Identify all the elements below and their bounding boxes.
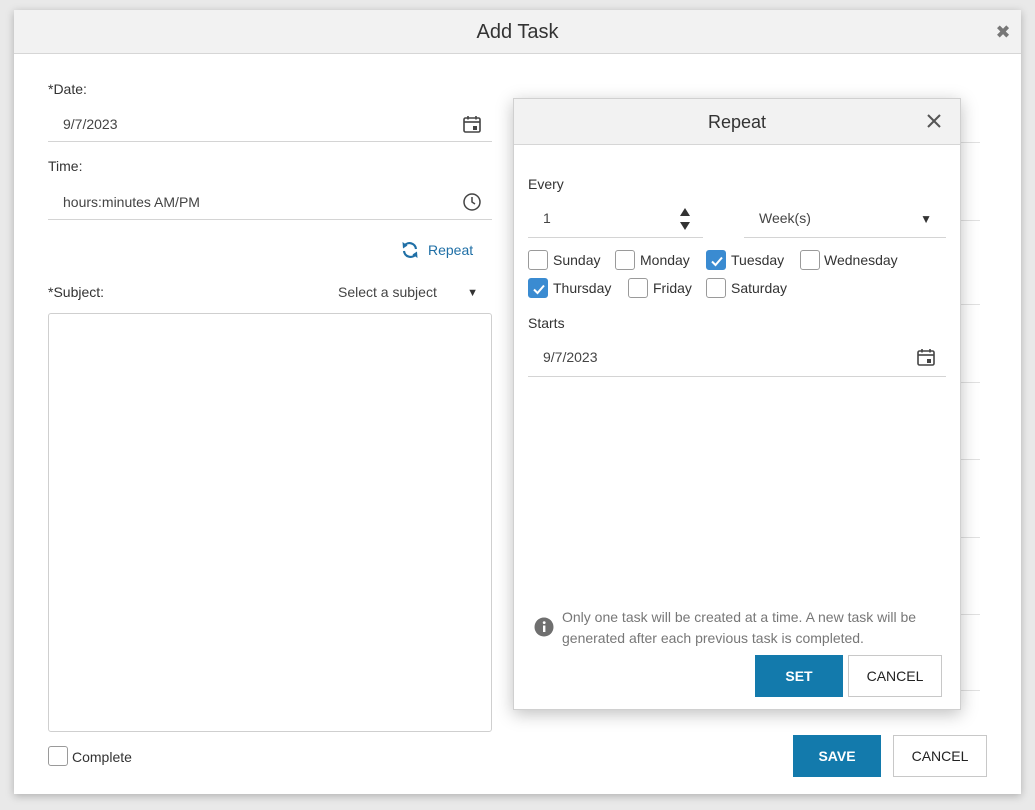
repeat-cancel-button[interactable]: CANCEL [848,655,942,697]
every-value: 1 [543,210,551,226]
info-icon [534,617,554,637]
save-button[interactable]: SAVE [793,735,881,777]
subject-label: *Subject: [48,284,105,300]
calendar-icon[interactable] [916,347,936,367]
day-checkbox-thursday[interactable] [528,278,548,298]
day-label-monday: Monday [640,252,690,268]
set-button[interactable]: SET [755,655,843,697]
day-checkbox-friday[interactable] [628,278,648,298]
dialog-header: Add Task ✖ [14,10,1021,54]
refresh-icon [402,242,418,258]
info-text: Only one task will be created at a time.… [562,609,917,646]
day-label-wednesday: Wednesday [824,252,898,268]
day-label-tuesday: Tuesday [731,252,785,268]
complete-label: Complete [72,749,132,765]
repeat-label: Repeat [428,242,474,258]
caret-down-icon: ▼ [920,212,932,226]
starts-value: 9/7/2023 [543,349,598,365]
day-label-sunday: Sunday [553,252,601,268]
calendar-icon[interactable] [462,114,482,134]
info-message: Only one task will be created at a time.… [534,607,944,649]
day-checkbox-sunday[interactable] [528,250,548,270]
date-field[interactable]: 9/7/2023 [48,106,492,142]
cancel-button[interactable]: CANCEL [893,735,987,777]
checkmark-icon [533,284,545,295]
close-icon[interactable]: ✖ [995,23,1011,41]
subject-select[interactable]: Select a subject ▼ [338,284,478,308]
repeat-button[interactable]: Repeat [400,238,473,262]
caret-down-icon: ▼ [467,287,478,299]
every-stepper[interactable]: 1 [528,200,703,238]
repeat-modal-header: Repeat [514,99,960,145]
close-icon[interactable] [926,113,942,129]
subject-textarea[interactable] [48,313,492,732]
day-checkbox-wednesday[interactable] [800,250,820,270]
unit-value: Week(s) [759,210,811,226]
day-label-saturday: Saturday [731,280,788,296]
starts-date-field[interactable]: 9/7/2023 [528,339,946,377]
dialog-title: Add Task [476,21,559,43]
date-value: 9/7/2023 [63,116,118,132]
subject-select-value: Select a subject [338,284,437,300]
repeat-modal-title: Repeat [707,112,767,132]
time-placeholder: hours:minutes AM/PM [63,194,200,210]
day-checkbox-monday[interactable] [615,250,635,270]
stepper-arrows-icon[interactable] [679,207,691,231]
day-checkbox-saturday[interactable] [706,278,726,298]
checkmark-icon [711,256,723,267]
repeat-modal: Repeat Every 1 Week(s) ▼ Sunday Monday T… [513,98,961,710]
day-label-friday: Friday [653,280,692,296]
complete-checkbox[interactable] [48,746,68,766]
clock-icon[interactable] [462,192,482,212]
day-label-thursday: Thursday [553,280,612,296]
every-label: Every [528,176,564,192]
date-label: *Date: [48,81,87,97]
unit-select[interactable]: Week(s) ▼ [744,200,946,238]
time-label: Time: [48,158,83,174]
day-checkbox-tuesday[interactable] [706,250,726,270]
starts-label: Starts [528,315,565,331]
time-field[interactable]: hours:minutes AM/PM [48,184,492,220]
